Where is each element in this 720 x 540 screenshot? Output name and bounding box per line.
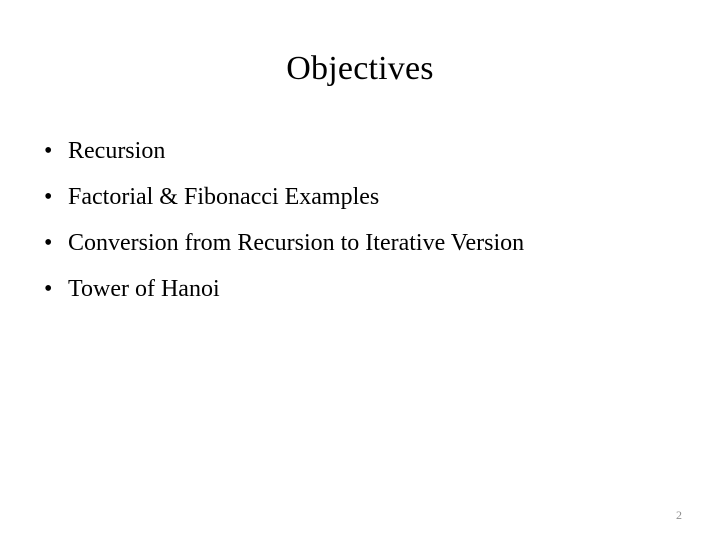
objectives-list: • Recursion • Factorial & Fibonacci Exam… [40, 132, 672, 308]
list-item-label: Recursion [68, 138, 166, 164]
list-item: • Factorial & Fibonacci Examples [40, 178, 672, 216]
slide-canvas: Objectives • Recursion • Factorial & Fib… [0, 0, 720, 540]
list-item-label: Conversion from Recursion to Iterative V… [68, 230, 525, 256]
page-number: 2 [676, 508, 682, 522]
list-item-label: Tower of Hanoi [68, 276, 220, 302]
list-item: • Conversion from Recursion to Iterative… [40, 224, 672, 262]
bullet-icon: • [44, 276, 53, 302]
page-title: Objectives [286, 50, 434, 87]
bullet-icon: • [44, 184, 53, 210]
list-item: • Tower of Hanoi [40, 270, 672, 308]
list-item-label: Factorial & Fibonacci Examples [68, 184, 380, 210]
list-item: • Recursion [40, 132, 672, 170]
bullet-icon: • [44, 138, 53, 164]
bullet-icon: • [44, 230, 53, 256]
